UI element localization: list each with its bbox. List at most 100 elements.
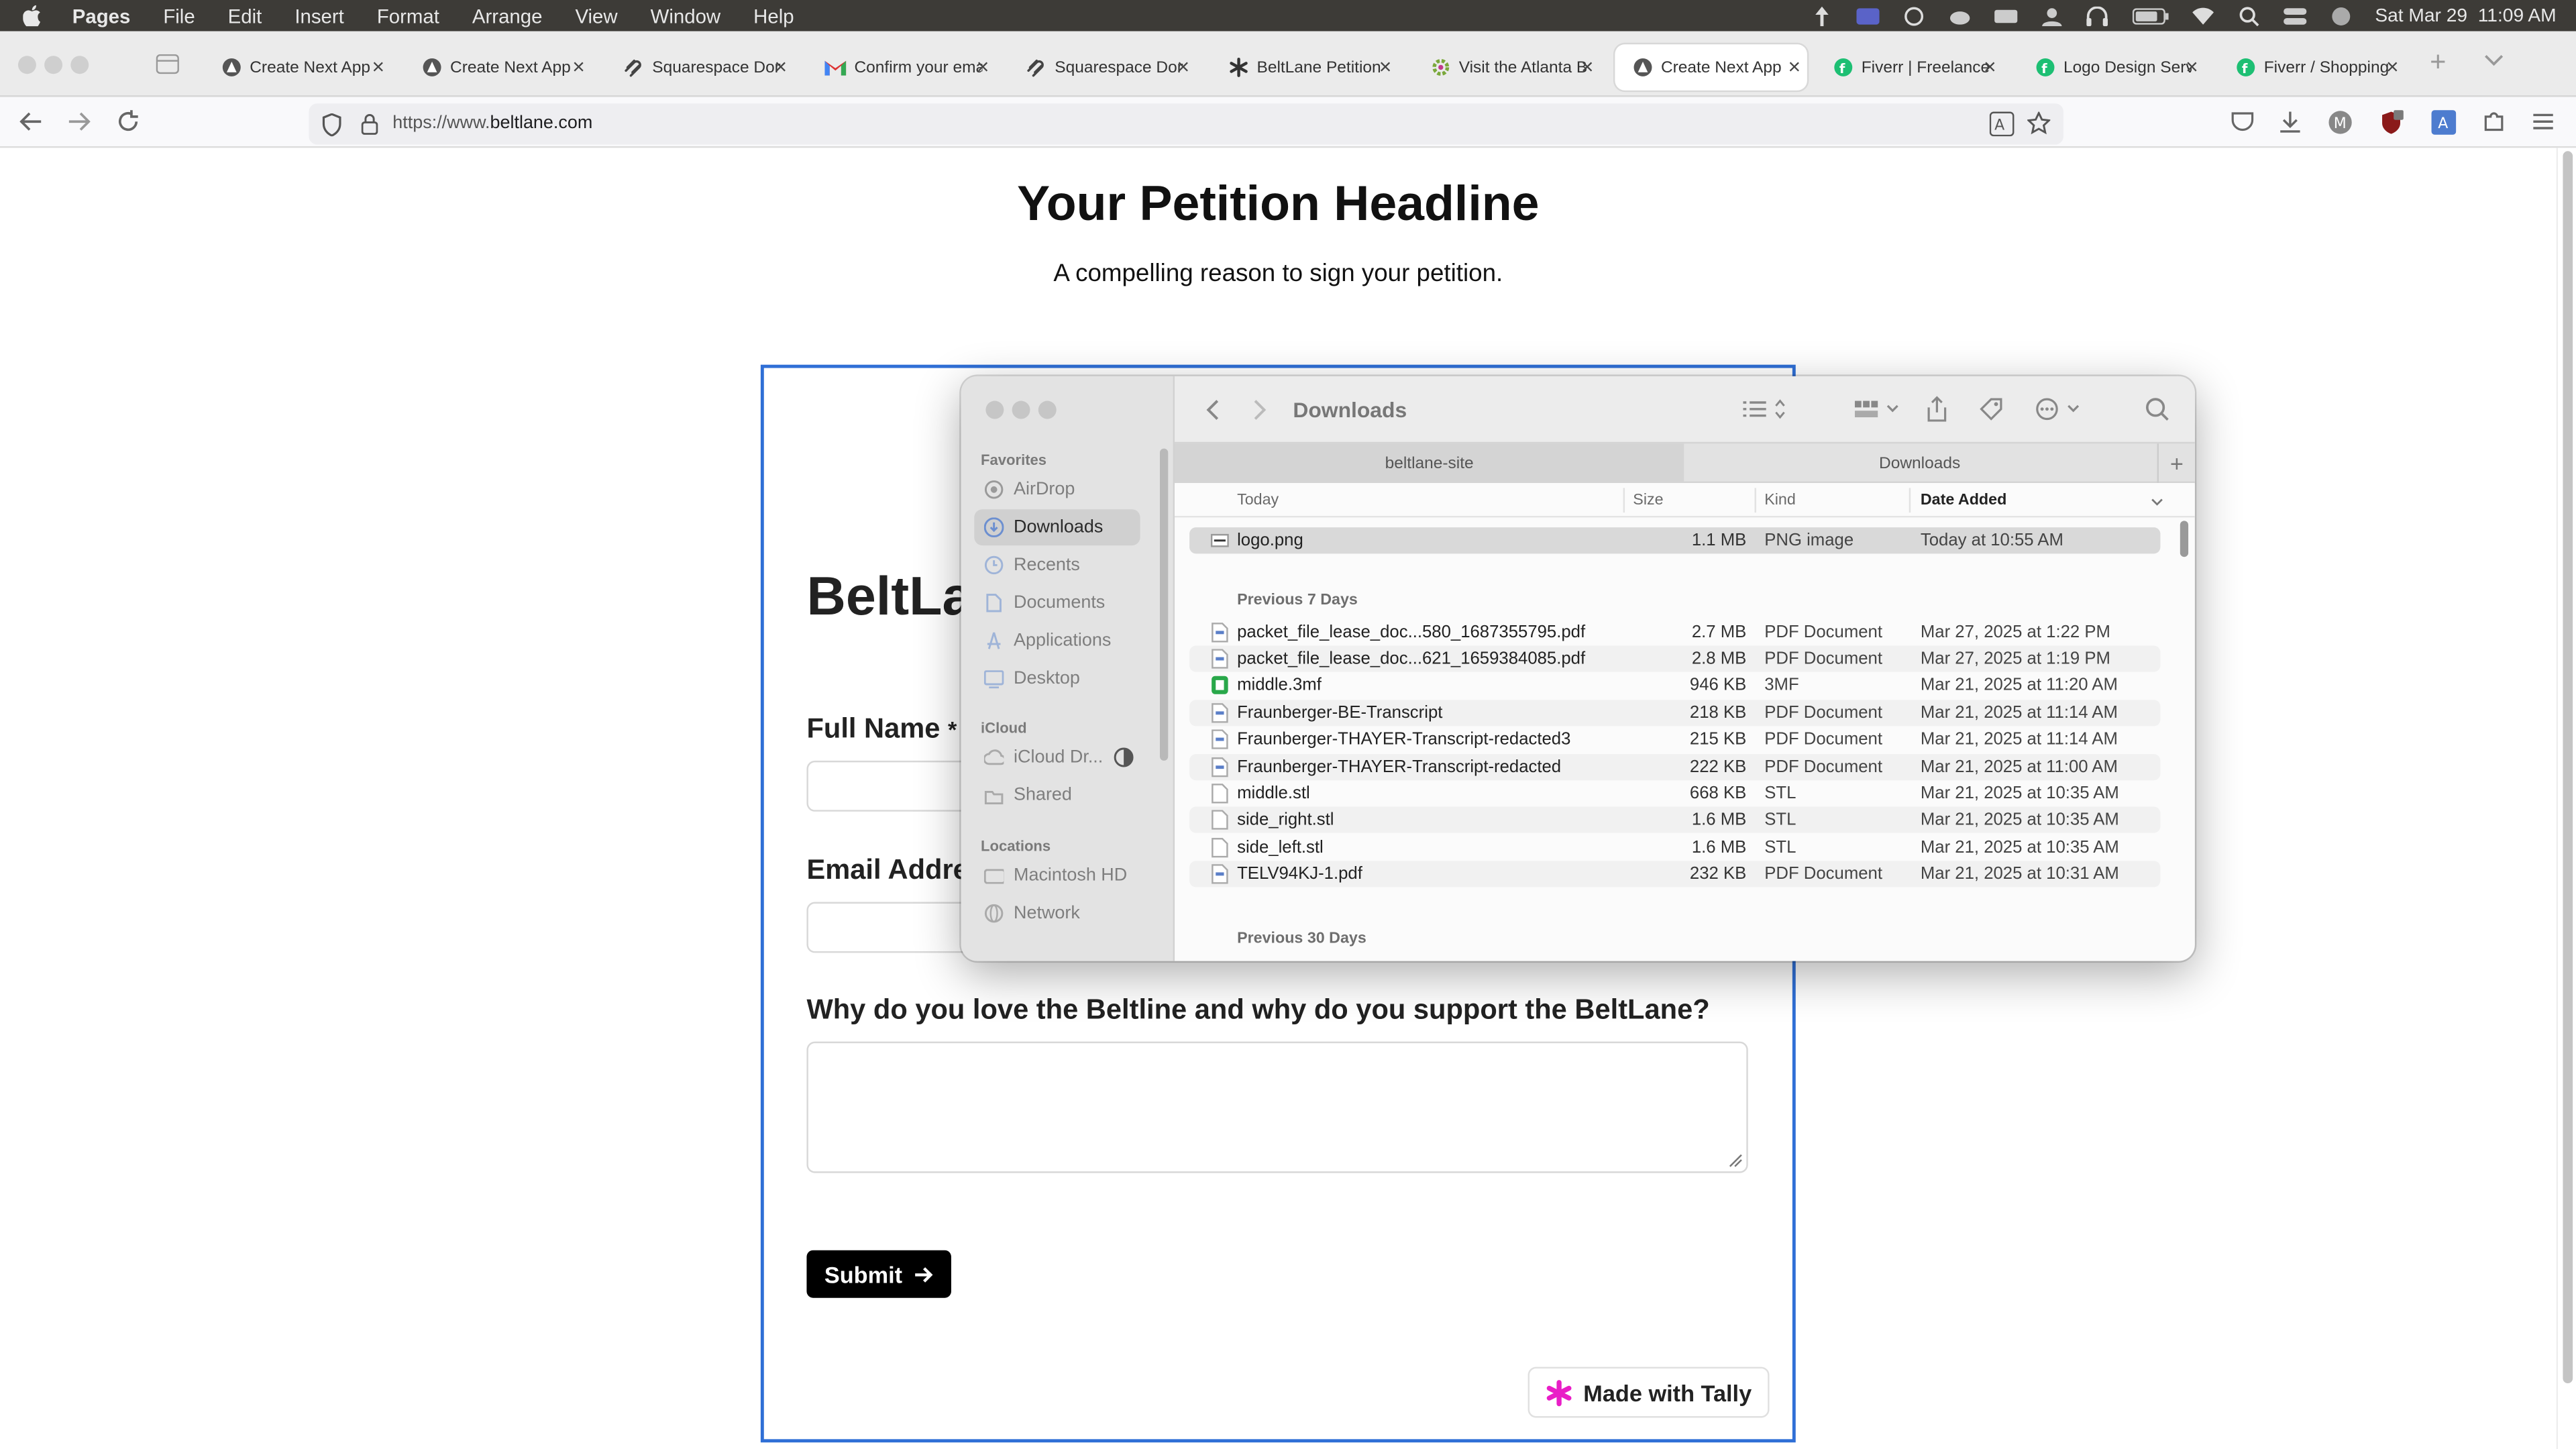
zoom-status-icon[interactable] [1856, 6, 1879, 25]
file-row[interactable]: logo.png 1.1 MB PNG image Today at 10:55 AM [1189, 527, 2161, 554]
sidebar-scrollbar[interactable] [1159, 448, 1169, 761]
bookmark-star-icon[interactable] [2027, 111, 2051, 135]
made-with-tally-badge[interactable]: Made with Tally [1527, 1366, 1770, 1418]
sidebar-item-downloads[interactable]: Downloads [974, 509, 1140, 546]
sidebar-item-documents[interactable]: Documents [974, 585, 1140, 621]
chat-status-icon[interactable] [1902, 6, 1925, 25]
menu-format[interactable]: Format [377, 4, 439, 27]
file-row[interactable]: Fraunberger-THAYER-Transcript-redacted3 2… [1189, 727, 2160, 753]
cloud-status-icon[interactable] [1948, 6, 1971, 25]
battery-icon[interactable] [2131, 6, 2168, 25]
tab-close-icon[interactable]: × [1177, 54, 1189, 80]
browser-tab[interactable]: Visit the Atlanta B × [1413, 44, 1600, 91]
menu-view[interactable]: View [575, 4, 617, 27]
tag-icon[interactable] [1980, 396, 2002, 422]
sidebar-item-desktop[interactable]: Desktop [974, 660, 1140, 696]
spotlight-search-icon[interactable] [2237, 6, 2260, 25]
group-by-icon[interactable] [1854, 396, 1901, 422]
file-row[interactable]: Fraunberger-THAYER-Transcript-redacted 22… [1189, 753, 2161, 780]
menu-app-name[interactable]: Pages [72, 4, 131, 27]
column-date-added[interactable]: Date Added [1921, 491, 2006, 509]
sidebar-item-network[interactable]: Network [974, 896, 1140, 932]
forward-arrow-icon[interactable] [66, 109, 92, 135]
column-size[interactable]: Size [1633, 491, 1663, 509]
column-name[interactable]: Today [1237, 491, 1279, 509]
tab-close-icon[interactable]: × [2186, 54, 2198, 80]
sidebar-item-applications[interactable]: Applications [974, 623, 1140, 659]
sidebar-item-shared[interactable]: Shared [974, 777, 1140, 813]
menu-insert[interactable]: Insert [294, 4, 344, 27]
browser-tab[interactable]: Create Next App × [404, 44, 591, 91]
user-status-icon[interactable] [2040, 6, 2063, 25]
finder-minimize-button[interactable] [1012, 400, 1030, 419]
menu-window[interactable]: Window [651, 4, 721, 27]
wifi-icon[interactable] [2191, 6, 2214, 25]
window-close-button[interactable] [17, 56, 36, 74]
new-tab-button[interactable]: + [2430, 46, 2446, 79]
tab-list-chevron-icon[interactable] [2484, 54, 2504, 68]
reload-icon[interactable] [115, 109, 141, 135]
downloads-icon[interactable] [2277, 109, 2303, 135]
back-arrow-icon[interactable] [18, 109, 44, 135]
browser-tab[interactable]: f Fiverr | Freelance × [1815, 44, 2002, 91]
lock-icon[interactable] [361, 113, 378, 135]
control-center-icon[interactable] [2283, 6, 2306, 25]
menu-file[interactable]: File [163, 4, 195, 27]
file-row[interactable]: packet_file_lease_doc...580_1687355795.p… [1189, 619, 2160, 645]
finder-forward-icon[interactable] [1254, 396, 1267, 422]
tab-close-icon[interactable]: × [372, 54, 384, 80]
more-actions-icon[interactable] [2035, 396, 2082, 422]
file-row[interactable]: packet_file_lease_doc...621_1659384085.p… [1189, 645, 2161, 672]
sort-chevron-icon[interactable] [2151, 498, 2164, 506]
window-minimize-button[interactable] [44, 56, 63, 74]
file-row[interactable]: Fraunberger-BE-Transcript 218 KB PDF Docum… [1189, 699, 2161, 726]
why-support-textarea[interactable] [806, 1041, 1748, 1173]
menu-arrange[interactable]: Arrange [472, 4, 543, 27]
file-row[interactable]: middle.3mf 946 KB 3MF Mar 21, 2025 at 11:20… [1189, 672, 2160, 698]
tab-close-icon[interactable]: × [977, 54, 989, 80]
browser-tab[interactable]: BeltLane Petition × [1211, 44, 1398, 91]
browser-tab[interactable]: Create Next App × [204, 44, 391, 91]
extensions-puzzle-icon[interactable] [2481, 109, 2507, 135]
menu-edit[interactable]: Edit [228, 4, 262, 27]
app-menu-icon[interactable] [2530, 109, 2556, 135]
list-view-icon[interactable] [1743, 396, 1789, 422]
upload-status-icon[interactable] [1810, 5, 1833, 25]
finder-zoom-button[interactable] [1038, 400, 1057, 419]
finder-new-tab-button[interactable]: + [2157, 443, 2195, 484]
menu-help[interactable]: Help [753, 4, 794, 27]
browser-tab[interactable]: Confirm your ema × [808, 44, 996, 91]
tab-close-icon[interactable]: × [1379, 54, 1392, 80]
file-row[interactable]: side_left.stl 1.6 MB STL Mar 21, 2025 at 10… [1189, 834, 2160, 860]
window-zoom-button[interactable] [70, 56, 89, 74]
browser-tab[interactable]: f Fiverr / Shopping × [2218, 44, 2405, 91]
menubar-clock[interactable]: Sat Mar 29 11:09 AM [2375, 6, 2556, 25]
page-scrollbar[interactable] [2556, 148, 2576, 1449]
browser-tab[interactable]: Squarespace Dom × [1009, 44, 1196, 91]
siri-icon[interactable] [2329, 6, 2352, 25]
column-kind[interactable]: Kind [1764, 491, 1796, 509]
apple-icon[interactable] [23, 5, 49, 27]
finder-tab-beltlane-site[interactable]: beltlane-site [1175, 443, 1684, 484]
account-avatar-icon[interactable]: M [2326, 109, 2353, 135]
keyboard-status-icon[interactable] [1994, 6, 2017, 25]
sidebar-item-icloud-dr[interactable]: iCloud Dr... [974, 739, 1140, 775]
sidebar-item-recents[interactable]: Recents [974, 547, 1140, 584]
sidebar-toggle-icon[interactable] [156, 54, 179, 74]
url-text[interactable]: https://www.beltlane.com [392, 113, 592, 133]
finder-back-icon[interactable] [1206, 396, 1220, 422]
tab-close-icon[interactable]: × [774, 54, 787, 80]
tab-close-icon[interactable]: × [2386, 54, 2399, 80]
address-bar[interactable]: https://www.beltlane.com A [309, 103, 2063, 145]
tab-close-icon[interactable]: × [1984, 54, 1996, 80]
file-row[interactable]: TELV94KJ-1.pdf 232 KB PDF Document Mar 21, … [1189, 861, 2161, 888]
finder-close-button[interactable] [985, 400, 1004, 419]
sidebar-item-macintosh-hd[interactable]: Macintosh HD [974, 857, 1140, 894]
finder-tab-downloads[interactable]: Downloads [1684, 443, 2155, 483]
translate-icon[interactable]: A [1989, 111, 2015, 137]
tab-close-icon[interactable]: × [572, 54, 585, 80]
ublock-extension-icon[interactable] [2377, 109, 2404, 135]
finder-search-icon[interactable] [2145, 396, 2169, 422]
resize-handle-icon[interactable] [1728, 1153, 1743, 1168]
icloud-sync-status-icon[interactable] [1114, 747, 1134, 767]
